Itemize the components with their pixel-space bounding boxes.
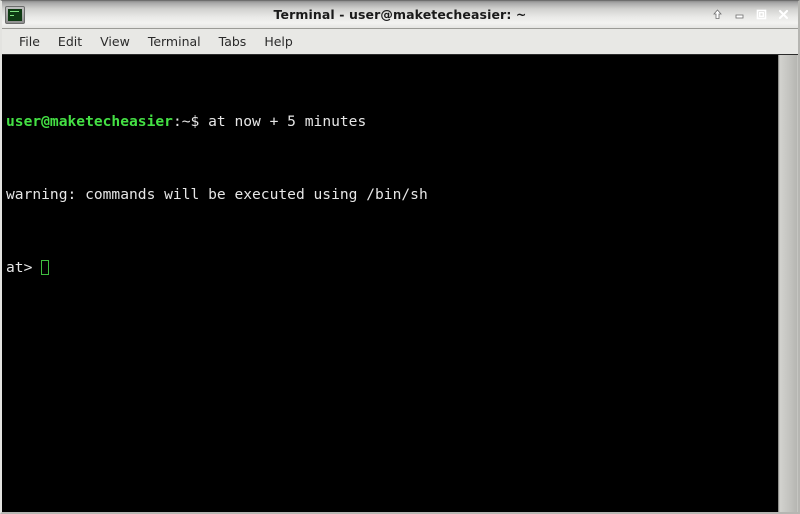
window-title: Terminal - user@maketecheasier: ~ [273, 7, 527, 22]
menu-item-terminal[interactable]: Terminal [139, 32, 210, 51]
at-prompt-text: at> [6, 259, 42, 277]
terminal-line-at-prompt: at> [6, 259, 778, 277]
menu-item-tabs[interactable]: Tabs [210, 32, 256, 51]
shell-prompt-separator: :~$ [172, 112, 209, 130]
maximize-button[interactable] [751, 4, 772, 24]
menu-bar: File Edit View Terminal Tabs Help [2, 29, 798, 55]
text-cursor [41, 260, 50, 276]
terminal-icon [5, 5, 25, 24]
shell-prompt-user: user@maketecheasier [6, 112, 173, 130]
menu-item-file[interactable]: File [10, 32, 49, 51]
terminal-area: user@maketecheasier:~$ at now + 5 minute… [2, 55, 798, 512]
title-bar[interactable]: Terminal - user@maketecheasier: ~ [2, 1, 798, 29]
terminal-line-output: warning: commands will be executed using… [6, 186, 778, 204]
minimize-button[interactable] [729, 4, 750, 24]
terminal-output[interactable]: user@maketecheasier:~$ at now + 5 minute… [2, 55, 778, 512]
window-controls [707, 4, 794, 24]
terminal-icon-screen [8, 8, 22, 21]
close-icon [778, 9, 789, 19]
maximize-icon [756, 9, 767, 19]
menu-item-edit[interactable]: Edit [49, 32, 91, 51]
terminal-window: Terminal - user@maketecheasier: ~ File E… [0, 0, 800, 514]
minimize-icon [735, 14, 744, 18]
menu-item-help[interactable]: Help [255, 32, 302, 51]
terminal-scrollbar[interactable] [778, 55, 798, 512]
close-button[interactable] [773, 4, 794, 24]
shell-command-text: at now + 5 minutes [208, 112, 367, 130]
up-arrow-icon [713, 8, 722, 19]
menu-item-view[interactable]: View [91, 32, 139, 51]
shade-button[interactable] [707, 4, 728, 24]
terminal-line-command: user@maketecheasier:~$ at now + 5 minute… [6, 113, 778, 131]
warning-text: warning: commands will be executed using… [6, 186, 428, 204]
